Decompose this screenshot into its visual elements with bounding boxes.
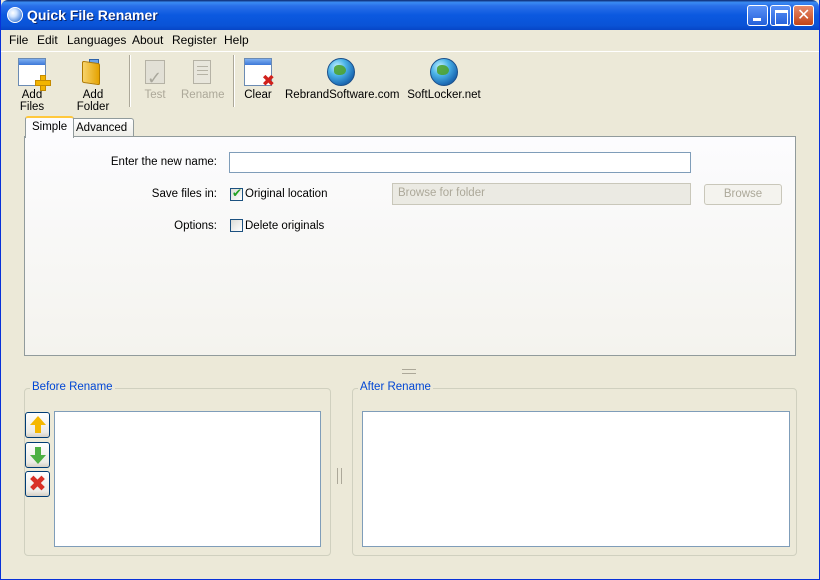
new-name-label: Enter the new name: — [110, 156, 217, 168]
options-label: Options: — [174, 220, 217, 232]
clear-icon: ✖ — [244, 58, 275, 90]
tab-simple[interactable]: Simple — [25, 116, 75, 138]
test-label: Test — [144, 89, 166, 101]
close-icon: ✕ — [797, 7, 811, 24]
add-folder-button[interactable]: Add Folder — [65, 58, 121, 113]
window-title: Quick File Renamer — [27, 7, 158, 23]
toolbar-separator — [233, 55, 235, 107]
original-location-label[interactable]: Original location — [245, 188, 327, 200]
rebrandsoftware-link[interactable]: RebrandSoftware.com — [285, 58, 400, 101]
save-in-label: Save files in: — [151, 188, 217, 200]
original-location-checkbox[interactable]: ✔ — [230, 186, 243, 201]
after-rename-title: After Rename — [358, 381, 433, 393]
menu-file[interactable]: File — [9, 33, 28, 47]
before-rename-list[interactable] — [54, 411, 321, 547]
app-globe-icon — [7, 7, 23, 23]
before-rename-title: Before Rename — [30, 381, 115, 393]
move-down-button[interactable] — [25, 442, 50, 468]
title-bar[interactable]: Quick File Renamer ✕ — [1, 0, 819, 30]
close-button[interactable]: ✕ — [793, 5, 814, 26]
delete-originals-label[interactable]: Delete originals — [245, 220, 324, 232]
menu-register[interactable]: Register — [172, 33, 217, 47]
move-up-button[interactable] — [25, 412, 50, 438]
rebrandsoftware-label: RebrandSoftware.com — [285, 89, 400, 101]
rename-icon — [188, 58, 216, 86]
remove-button[interactable]: ✖ — [25, 471, 50, 497]
add-folder-label: Add Folder — [76, 89, 110, 113]
globe-icon — [430, 58, 458, 86]
test-button[interactable]: ✓ Test — [139, 58, 171, 101]
menu-edit[interactable]: Edit — [37, 33, 58, 47]
rename-button[interactable]: Rename — [181, 58, 225, 101]
menu-about[interactable]: About — [132, 33, 163, 47]
new-name-input[interactable] — [229, 152, 691, 173]
arrow-up-icon — [30, 416, 46, 433]
globe-icon — [327, 58, 355, 86]
checkmark-icon: ✔ — [232, 186, 243, 200]
vertical-splitter[interactable] — [337, 468, 342, 484]
tab-advanced[interactable]: Advanced — [69, 118, 135, 138]
add-files-label: Add Files — [19, 89, 45, 113]
simple-tab-panel: Enter the new name: Save files in: ✔ Ori… — [24, 136, 796, 356]
add-files-button[interactable]: Add Files — [9, 58, 55, 113]
app-window: Quick File Renamer ✕ File Edit Languages… — [0, 0, 820, 580]
clear-label: Clear — [244, 89, 272, 101]
delete-originals-checkbox[interactable] — [230, 219, 243, 232]
menu-help[interactable]: Help — [224, 33, 249, 47]
arrow-down-icon — [30, 447, 46, 464]
toolbar-separator — [129, 55, 131, 107]
test-icon: ✓ — [141, 58, 169, 88]
horizontal-splitter[interactable] — [402, 369, 416, 374]
after-rename-list[interactable] — [362, 411, 790, 547]
browse-button[interactable]: Browse — [704, 184, 782, 205]
add-files-icon — [18, 58, 51, 91]
softlocker-label: SoftLocker.net — [407, 89, 481, 101]
maximize-button[interactable] — [770, 5, 791, 26]
toolbar: Add Files Add Folder ✓ Test Rename ✖ Cle… — [1, 51, 819, 113]
rename-label: Rename — [181, 89, 225, 101]
remove-x-icon: ✖ — [28, 471, 47, 496]
browse-folder-input[interactable]: Browse for folder — [392, 183, 691, 205]
menu-languages[interactable]: Languages — [67, 33, 126, 47]
softlocker-link[interactable]: SoftLocker.net — [407, 58, 481, 101]
menu-bar: File Edit Languages About Register Help — [1, 30, 819, 50]
add-folder-icon — [79, 58, 107, 86]
minimize-button[interactable] — [747, 5, 768, 26]
clear-button[interactable]: ✖ Clear — [243, 58, 275, 101]
